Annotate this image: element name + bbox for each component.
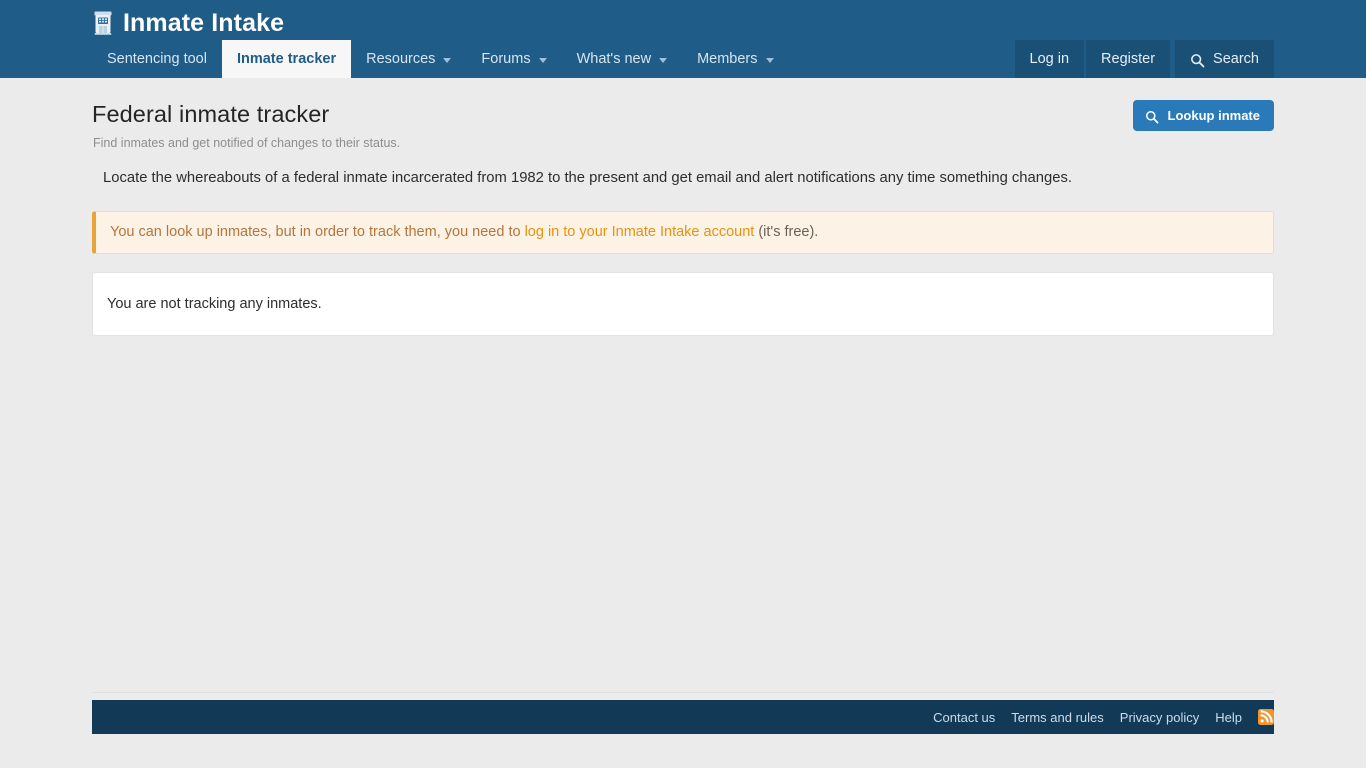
register-button[interactable]: Register	[1086, 40, 1171, 78]
nav-label: Inmate tracker	[236, 51, 337, 67]
nav-right-group: Log in Register Search	[1014, 40, 1274, 78]
alert-prefix-text: You can look up inmates, but in order to…	[110, 224, 525, 240]
search-button[interactable]: Search	[1175, 40, 1274, 78]
login-notice-alert: You can look up inmates, but in order to…	[92, 211, 1274, 254]
chevron-down-icon	[659, 57, 668, 63]
search-label: Search	[1213, 51, 1259, 67]
footer-link-contact-us[interactable]: Contact us	[933, 710, 995, 725]
nav-item-members[interactable]: Members	[682, 40, 788, 78]
footer-link-terms-and-rules[interactable]: Terms and rules	[1011, 710, 1103, 725]
login-label: Log in	[1029, 51, 1070, 67]
nav-label: Sentencing tool	[107, 51, 207, 67]
lookup-inmate-label: Lookup inmate	[1167, 108, 1260, 123]
nav-label: Resources	[366, 51, 436, 67]
main-navigation: Sentencing tool Inmate tracker Resources…	[92, 40, 1274, 78]
page-header-row: Federal inmate tracker Find inmates and …	[92, 78, 1274, 150]
nav-label: Forums	[481, 51, 531, 67]
chevron-down-icon	[443, 57, 452, 63]
login-account-link[interactable]: log in to your Inmate Intake account	[525, 224, 755, 240]
site-brand[interactable]: Inmate Intake	[92, 0, 1274, 40]
site-header: Inmate Intake Sentencing tool Inmate tra…	[0, 0, 1366, 78]
rss-icon[interactable]	[1258, 709, 1274, 725]
no-tracked-inmates-message: You are not tracking any inmates.	[107, 296, 322, 312]
page-subtitle: Find inmates and get notified of changes…	[93, 136, 401, 150]
search-icon	[1191, 53, 1205, 67]
nav-item-forums[interactable]: Forums	[466, 40, 561, 78]
intro-paragraph: Locate the whereabouts of a federal inma…	[103, 170, 1072, 186]
nav-item-whats-new[interactable]: What's new	[562, 40, 683, 78]
alert-suffix-text: (it's free).	[754, 224, 819, 240]
nav-item-sentencing-tool[interactable]: Sentencing tool	[92, 40, 222, 78]
chevron-down-icon	[538, 57, 547, 63]
chevron-down-icon	[765, 57, 774, 63]
login-button[interactable]: Log in	[1014, 40, 1085, 78]
lookup-inmate-button[interactable]: Lookup inmate	[1132, 100, 1274, 131]
footer-top-divider	[92, 692, 1274, 700]
page-content: Federal inmate tracker Find inmates and …	[92, 78, 1274, 734]
prison-building-icon	[94, 11, 112, 35]
search-icon	[1145, 110, 1159, 123]
site-footer: Contact us Terms and rules Privacy polic…	[92, 700, 1274, 734]
tracked-inmates-panel: You are not tracking any inmates.	[92, 272, 1274, 336]
nav-item-inmate-tracker[interactable]: Inmate tracker	[221, 40, 352, 78]
nav-label: Members	[697, 51, 758, 67]
register-label: Register	[1101, 51, 1156, 67]
footer-link-help[interactable]: Help	[1215, 710, 1242, 725]
page-title: Federal inmate tracker	[92, 101, 330, 127]
footer-link-privacy-policy[interactable]: Privacy policy	[1120, 710, 1199, 725]
nav-item-resources[interactable]: Resources	[351, 40, 466, 78]
nav-label: What's new	[576, 51, 652, 67]
site-brand-title: Inmate Intake	[123, 9, 285, 37]
nav-left-group: Sentencing tool Inmate tracker Resources…	[92, 40, 789, 78]
